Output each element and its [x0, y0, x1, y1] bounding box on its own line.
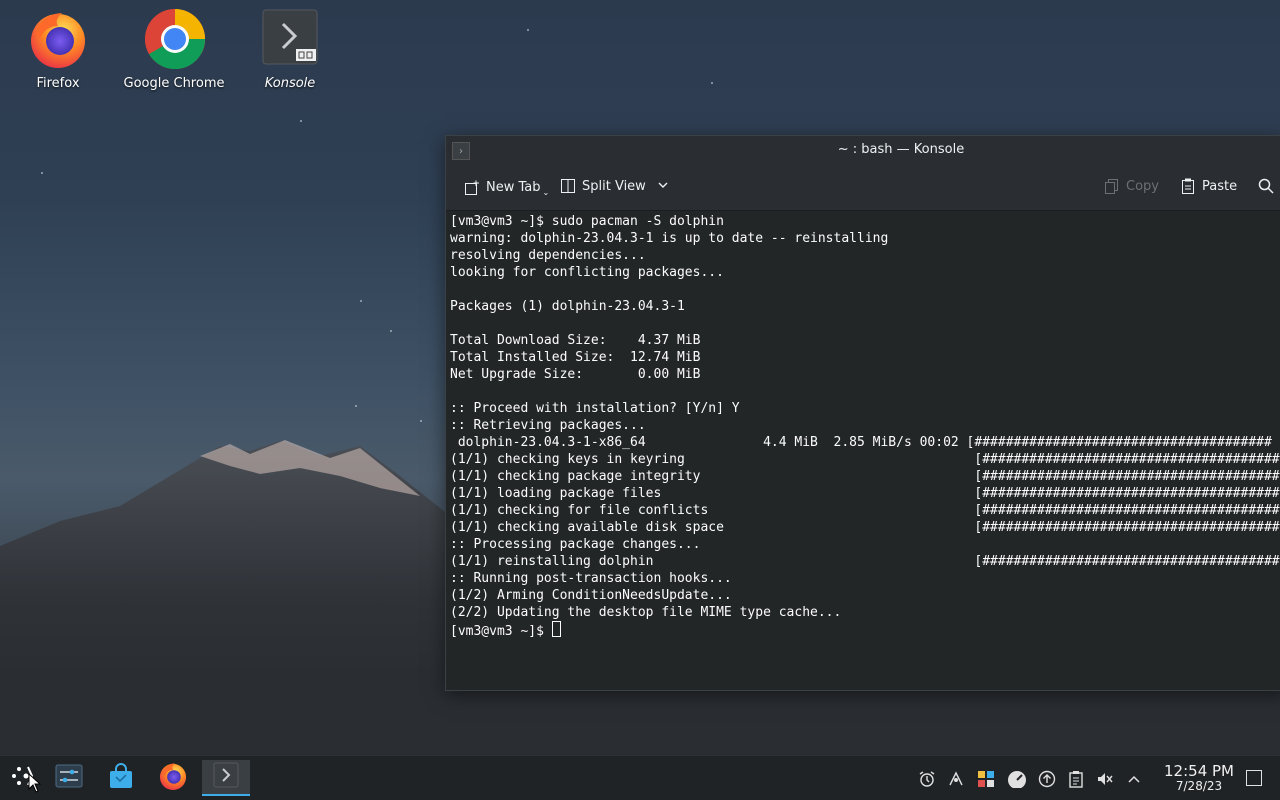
new-tab-button[interactable]: New Tab ⌄: [464, 178, 549, 197]
copy-icon: [1104, 178, 1120, 194]
terminal-line: (1/1) checking package integrity [######…: [450, 469, 1280, 484]
search-icon: [1258, 178, 1274, 194]
digital-clock[interactable]: 12:54 PM 7/28/23: [1164, 762, 1234, 793]
terminal-line: [vm3@vm3 ~]$: [450, 621, 1280, 639]
firefox-icon: [158, 761, 188, 795]
new-tab-icon: [464, 180, 480, 196]
taskbar: 12:54 PM 7/28/23: [0, 755, 1280, 800]
window-toolbar: New Tab ⌄ Split View Copy Paste: [446, 164, 1280, 211]
terminal-line: (1/1) checking for file conflicts [#####…: [450, 503, 1280, 518]
new-tab-label: New Tab: [486, 180, 541, 195]
paste-button[interactable]: Paste: [1180, 178, 1237, 194]
network-upload-icon[interactable]: [1038, 770, 1056, 788]
performance-gauge-icon[interactable]: [1006, 770, 1028, 788]
alarm-clock-icon[interactable]: [918, 770, 936, 788]
chrome-icon: [144, 8, 206, 70]
terminal-line: Packages (1) dolphin-23.04.3-1: [450, 299, 685, 314]
terminal-cursor: [551, 621, 561, 637]
chevron-up-icon[interactable]: [1125, 770, 1143, 788]
chevron-down-icon: ⌄: [542, 188, 550, 197]
taskbar-firefox[interactable]: [154, 760, 192, 796]
terminal-line: dolphin-23.04.3-1-x86_64 4.4 MiB 2.85 Mi…: [450, 435, 1272, 450]
konsole-icon: [213, 762, 239, 792]
mouse-cursor-icon: [28, 773, 42, 793]
terminal-line: :: Running post-transaction hooks...: [450, 571, 732, 586]
paste-icon: [1180, 178, 1196, 194]
terminal-output[interactable]: [vm3@vm3 ~]$ sudo pacman -S dolphin warni…: [446, 211, 1280, 690]
desktop-icon-firefox[interactable]: Firefox: [3, 8, 113, 91]
terminal-line: :: Proceed with installation? [Y/n] Y: [450, 401, 740, 416]
terminal-line: Total Installed Size: 12.74 MiB: [450, 350, 701, 365]
clock-time: 12:54 PM: [1164, 762, 1234, 780]
taskbar-discover[interactable]: [102, 760, 140, 796]
system-settings-icon: [55, 764, 83, 792]
kde-connect-icon[interactable]: [947, 770, 965, 788]
taskbar-system-settings[interactable]: [50, 760, 88, 796]
package-updates-icon[interactable]: [977, 770, 995, 788]
clipboard-icon[interactable]: [1067, 770, 1085, 788]
show-desktop-button[interactable]: [1246, 770, 1262, 786]
desktop-icon-label: Google Chrome: [123, 76, 225, 91]
split-view-button[interactable]: Split View: [560, 178, 668, 194]
volume-muted-icon[interactable]: [1096, 770, 1114, 788]
terminal-line: :: Processing package changes...: [450, 537, 701, 552]
terminal-line: (1/1) checking keys in keyring [########…: [450, 452, 1280, 467]
terminal-line: warning: dolphin-23.04.3-1 is up to date…: [450, 231, 889, 246]
desktop-icon-konsole[interactable]: Konsole: [235, 8, 345, 91]
terminal-line: (2/2) Updating the desktop file MIME typ…: [450, 605, 842, 620]
search-button[interactable]: [1258, 178, 1274, 194]
window-title: ~ : bash — Konsole: [837, 142, 965, 157]
terminal-line: :: Retrieving packages...: [450, 418, 646, 433]
desktop-icon-label: Konsole: [264, 76, 316, 91]
chevron-down-icon[interactable]: [658, 179, 668, 194]
terminal-line: Net Upgrade Size: 0.00 MiB: [450, 367, 701, 382]
terminal-line: (1/1) reinstalling dolphin [############…: [450, 554, 1280, 569]
copy-button[interactable]: Copy: [1104, 178, 1159, 194]
copy-label: Copy: [1126, 178, 1159, 194]
terminal-line: Total Download Size: 4.37 MiB: [450, 333, 701, 348]
split-view-label: Split View: [582, 178, 646, 194]
desktop-icon-google-chrome[interactable]: Google Chrome: [119, 8, 229, 91]
terminal-line: resolving dependencies...: [450, 248, 646, 263]
paste-label: Paste: [1202, 178, 1238, 194]
split-view-icon: [560, 178, 576, 194]
konsole-window[interactable]: › ~ : bash — Konsole New Tab ⌄ Split Vie…: [445, 135, 1280, 691]
window-titlebar[interactable]: › ~ : bash — Konsole: [446, 136, 1280, 164]
taskbar-konsole[interactable]: [202, 760, 250, 796]
terminal-line: (1/1) checking available disk space [###…: [450, 520, 1280, 535]
terminal-line: looking for conflicting packages...: [450, 265, 724, 280]
terminal-line: (1/1) loading package files [###########…: [450, 486, 1280, 501]
store-bag-icon: [108, 763, 134, 793]
clock-date: 7/28/23: [1175, 779, 1223, 793]
terminal-line: [vm3@vm3 ~]$ sudo pacman -S dolphin: [450, 214, 724, 229]
terminal-line: (1/2) Arming ConditionNeedsUpdate...: [450, 588, 732, 603]
desktop-icon-label: Firefox: [36, 76, 80, 91]
firefox-icon: [28, 8, 88, 70]
konsole-icon: [260, 8, 320, 70]
